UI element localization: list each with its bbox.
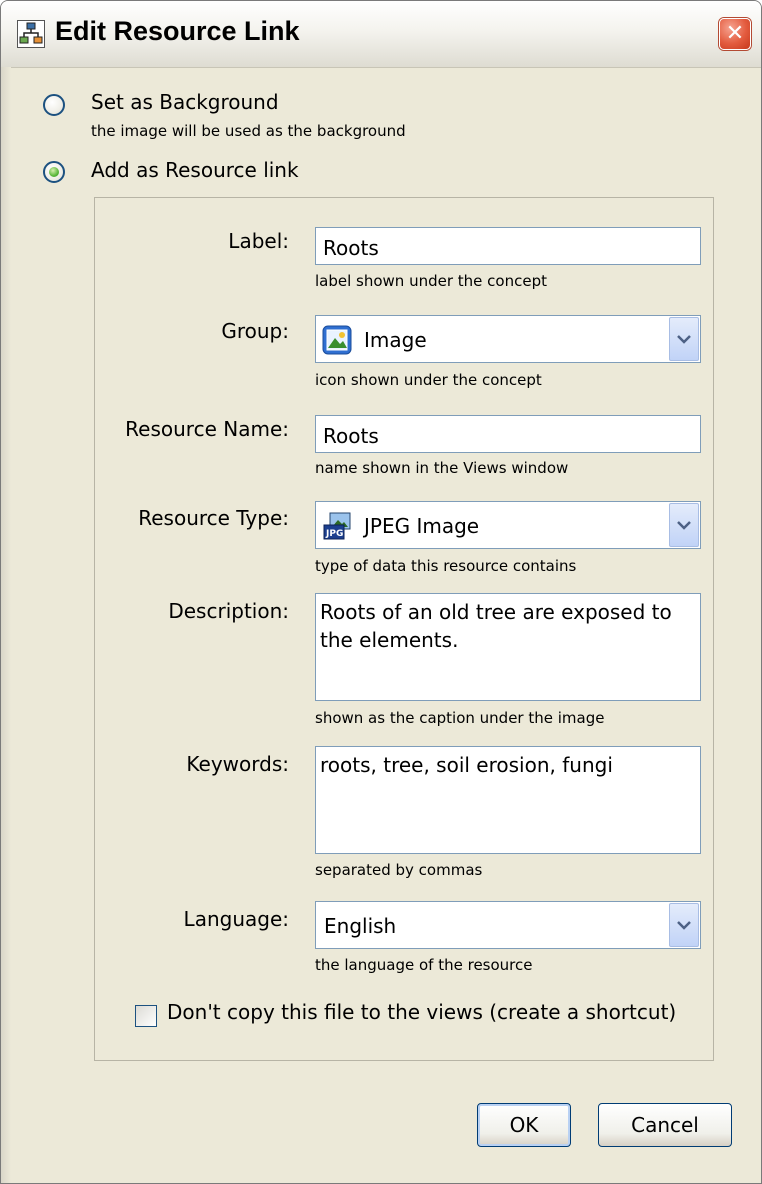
chevron-down-icon [677, 521, 691, 530]
set-as-background-description: the image will be used as the background [91, 122, 406, 140]
language-select-value: English [324, 914, 397, 938]
app-icon [17, 20, 45, 48]
keywords-hint: separated by commas [315, 861, 483, 879]
label-field-caption: Label: [228, 229, 289, 253]
resource-type-hint: type of data this resource contains [315, 557, 577, 575]
no-copy-checkbox-label[interactable]: Don't copy this file to the views (creat… [167, 1000, 676, 1024]
label-input[interactable]: Roots [315, 227, 701, 265]
language-select[interactable]: English [315, 901, 701, 949]
group-dropdown-button[interactable] [669, 317, 699, 361]
edit-resource-link-dialog: Edit Resource Link ✕ Set as Background t… [0, 0, 762, 1184]
close-button[interactable]: ✕ [719, 18, 751, 50]
cancel-button[interactable]: Cancel [598, 1103, 732, 1147]
resource-type-dropdown-button[interactable] [669, 503, 699, 547]
group-field-caption: Group: [221, 319, 289, 343]
keywords-caption: Keywords: [186, 752, 289, 776]
svg-text:JPG: JPG [325, 529, 343, 539]
window-edge [1, 67, 11, 1183]
image-group-icon [322, 325, 352, 355]
ok-button[interactable]: OK [477, 1103, 571, 1147]
set-as-background-radio[interactable] [43, 94, 65, 116]
description-hint: shown as the caption under the image [315, 709, 605, 727]
add-as-resource-link-radio[interactable] [43, 161, 65, 183]
group-select-value: Image [364, 328, 427, 352]
resource-type-select[interactable]: JPG JPEG Image [315, 501, 701, 549]
group-hint: icon shown under the concept [315, 371, 542, 389]
close-icon: ✕ [725, 21, 745, 46]
set-as-background-label[interactable]: Set as Background [91, 90, 279, 114]
resource-type-value: JPEG Image [364, 514, 480, 538]
title-bar[interactable]: Edit Resource Link ✕ [1, 1, 761, 68]
group-select[interactable]: Image [315, 315, 701, 363]
jpeg-file-icon: JPG [323, 512, 351, 540]
resource-type-caption: Resource Type: [138, 506, 289, 530]
description-textarea[interactable]: Roots of an old tree are exposed to the … [315, 593, 701, 701]
dialog-title: Edit Resource Link [55, 16, 300, 46]
chevron-down-icon [677, 921, 691, 930]
resource-name-caption: Resource Name: [125, 417, 289, 441]
chevron-down-icon [677, 335, 691, 344]
description-caption: Description: [168, 599, 289, 623]
language-caption: Language: [183, 907, 289, 931]
language-dropdown-button[interactable] [669, 903, 699, 947]
resource-name-hint: name shown in the Views window [315, 459, 569, 477]
language-hint: the language of the resource [315, 956, 533, 974]
no-copy-checkbox[interactable] [135, 1005, 157, 1027]
resource-name-input[interactable]: Roots [315, 415, 701, 453]
keywords-textarea[interactable]: roots, tree, soil erosion, fungi [315, 746, 701, 854]
radio-selected-dot [49, 167, 59, 177]
add-as-resource-link-label[interactable]: Add as Resource link [91, 158, 299, 182]
label-hint: label shown under the concept [315, 272, 547, 290]
